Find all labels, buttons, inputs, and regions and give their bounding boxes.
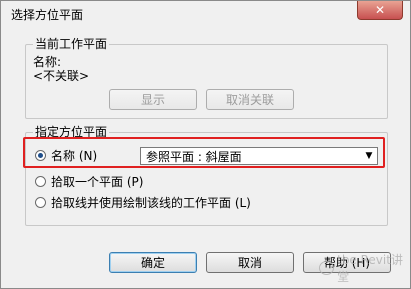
select-workplane-dialog: 选择方位平面 ✕ 当前工作平面 名称: <不关联> 显示 取消关联 指定方位平面… [0, 0, 411, 289]
option-pick-line-label: 拾取线并使用绘制该线的工作平面 (L) [51, 195, 251, 210]
watermark: tbe Revit讲堂 [319, 251, 410, 285]
window-title: 选择方位平面 [11, 8, 84, 22]
current-plane-name-value: <不关联> [33, 69, 90, 83]
wechat-icon [319, 261, 335, 275]
close-button[interactable]: ✕ [357, 1, 403, 20]
title-bar: 选择方位平面 ✕ [1, 1, 410, 25]
specify-plane-legend: 指定方位平面 [33, 125, 110, 139]
dropdown-value: 参照平面 : 斜屋面 [146, 149, 242, 164]
chevron-down-icon[interactable]: ▼ [361, 151, 377, 161]
disassociate-button[interactable]: 取消关联 [206, 89, 294, 110]
radio-button[interactable] [35, 175, 46, 187]
option-name-radio[interactable]: 名称 (N) [35, 147, 97, 163]
show-button[interactable]: 显示 [109, 89, 197, 110]
close-icon: ✕ [374, 3, 386, 17]
option-pick-line-radio[interactable]: 拾取线并使用绘制该线的工作平面 (L) [35, 194, 251, 210]
option-pick-plane-label: 拾取一个平面 (P) [51, 174, 144, 189]
option-pick-plane-radio[interactable]: 拾取一个平面 (P) [35, 173, 143, 189]
current-plane-legend: 当前工作平面 [33, 37, 110, 51]
cancel-button[interactable]: 取消 [206, 252, 294, 273]
watermark-text: tbe Revit讲堂 [337, 253, 403, 284]
reference-plane-dropdown[interactable]: 参照平面 : 斜屋面 ▼ [140, 147, 378, 165]
current-plane-name-label: 名称: [33, 55, 62, 69]
option-name-label: 名称 (N) [51, 148, 98, 163]
radio-button[interactable] [35, 196, 46, 208]
radio-button-checked[interactable] [35, 149, 46, 161]
ok-button[interactable]: 确定 [109, 252, 197, 273]
